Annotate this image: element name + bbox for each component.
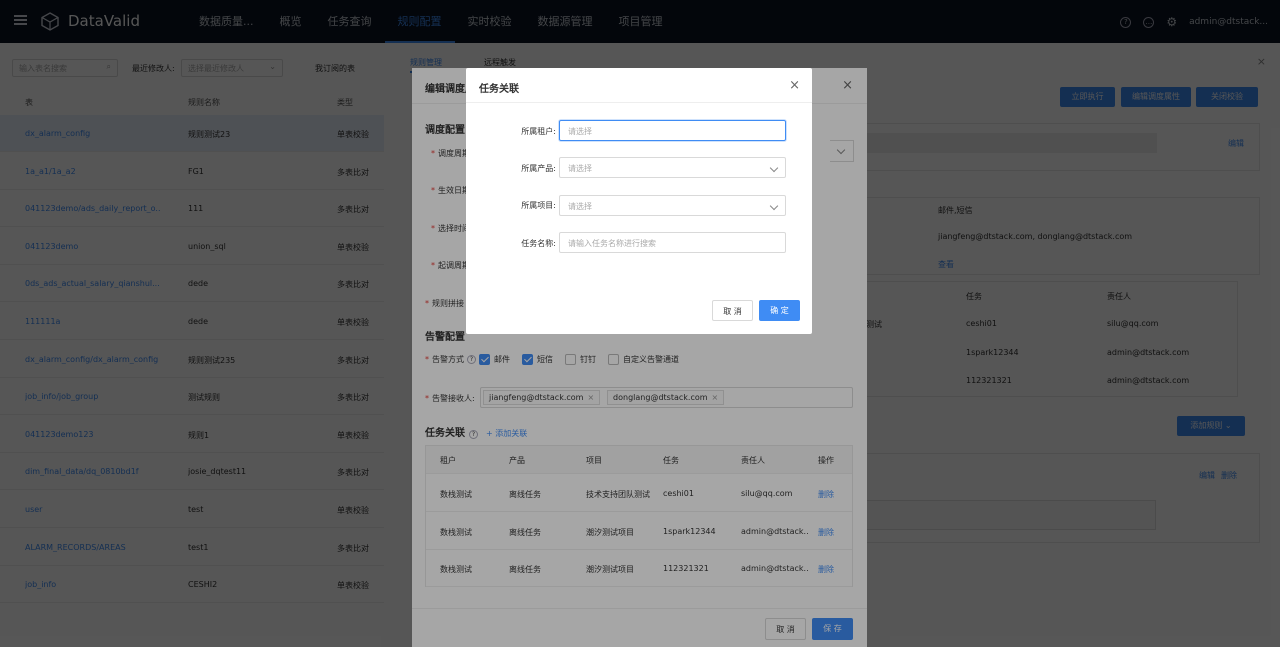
task-link-modal: 任务关联 × 所属租户: 请选择 所属产品: 请选择 所属项目: 请选择 任务名…	[466, 68, 812, 334]
project-select[interactable]: 请选择	[559, 195, 786, 216]
project-label: 所属项目:	[521, 201, 556, 210]
task-name-placeholder: 请输入任务名称进行搜索	[568, 239, 656, 248]
tenant-placeholder: 请选择	[568, 127, 592, 136]
close-icon[interactable]: ×	[789, 78, 800, 93]
product-select[interactable]: 请选择	[559, 157, 786, 178]
modal-ok-button[interactable]: 确 定	[759, 300, 800, 321]
task-name-label: 任务名称:	[521, 239, 556, 248]
task-name-input[interactable]: 请输入任务名称进行搜索	[559, 232, 786, 253]
chevron-down-icon	[769, 201, 779, 211]
tenant-select[interactable]: 请选择	[559, 120, 786, 141]
tenant-label: 所属租户:	[521, 127, 556, 136]
project-placeholder: 请选择	[568, 202, 592, 211]
chevron-down-icon	[769, 163, 779, 173]
modal-title: 任务关联	[479, 84, 519, 95]
product-label: 所属产品:	[521, 164, 556, 173]
product-placeholder: 请选择	[568, 164, 592, 173]
modal-cancel-button[interactable]: 取 消	[712, 300, 753, 321]
modal-divider	[466, 102, 812, 103]
